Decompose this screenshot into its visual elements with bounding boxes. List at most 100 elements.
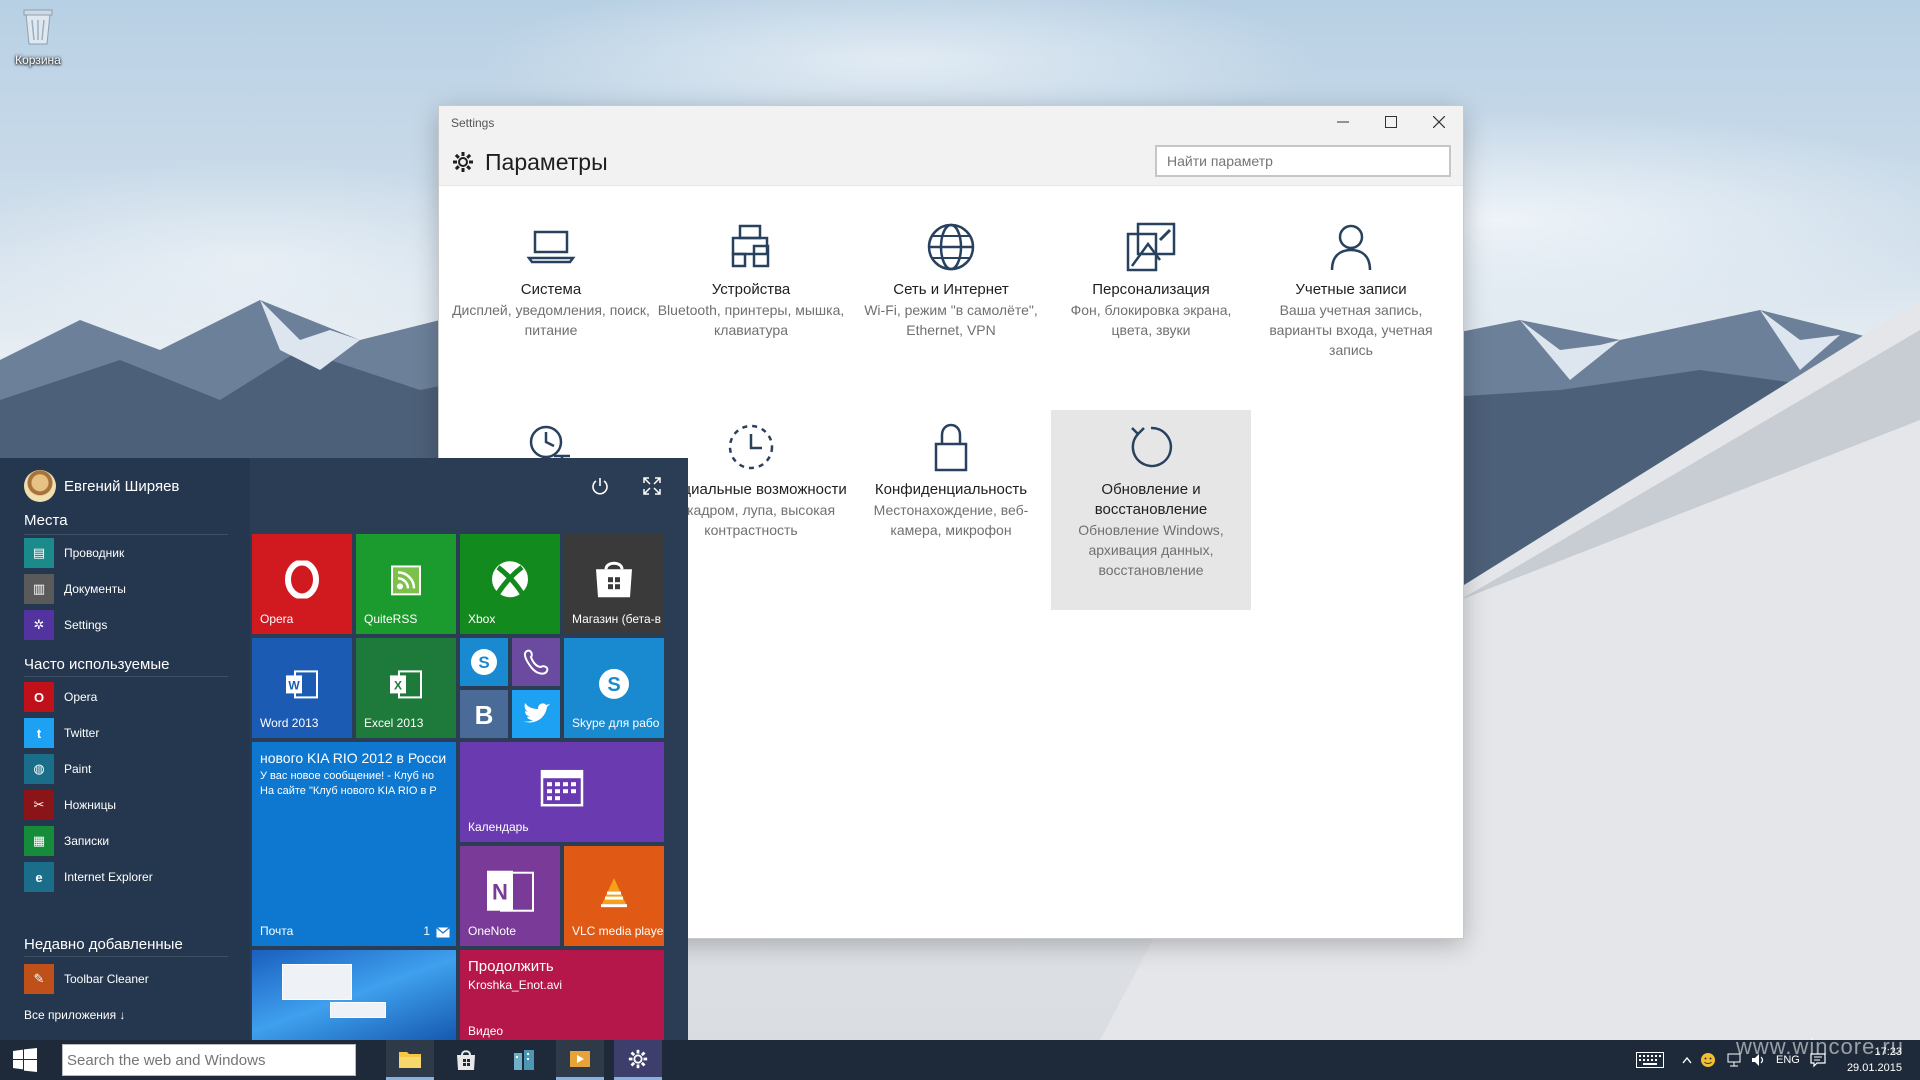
tile-quiterss[interactable]: QuiteRSS [356, 534, 456, 634]
category-title: Персонализация [1092, 281, 1210, 298]
start-item-snipping[interactable]: ✂ Ножницы [24, 788, 234, 822]
start-menu: Евгений Ширяев Места ▤ Проводник ▥ Докум… [0, 458, 688, 1040]
tile-skype[interactable]: S [460, 638, 508, 686]
start-button[interactable] [0, 1040, 50, 1080]
tile-label: Opera [260, 612, 294, 626]
tile-skype-business[interactable]: S Skype для рабо [564, 638, 664, 738]
tile-xbox[interactable]: Xbox [460, 534, 560, 634]
window-titlebar[interactable]: Settings [439, 106, 1463, 142]
twitter-icon: t [24, 718, 54, 748]
gear-icon: ✲ [24, 610, 54, 640]
close-icon [1433, 116, 1445, 128]
start-item-internet-explorer[interactable]: e Internet Explorer [24, 860, 234, 894]
category-accounts[interactable]: Учетные записи Ваша учетная запись, вари… [1251, 186, 1451, 376]
category-system[interactable]: Система Дисплей, уведомления, поиск, пит… [451, 186, 651, 376]
laptop-icon [526, 230, 576, 264]
close-button[interactable] [1415, 106, 1463, 138]
tile-word[interactable]: W Word 2013 [252, 638, 352, 738]
tile-store[interactable]: Магазин (бета-в [564, 534, 664, 634]
onenote-icon: N [487, 870, 534, 912]
tile-label: Excel 2013 [364, 716, 424, 730]
touch-keyboard-button[interactable] [1636, 1040, 1664, 1080]
keyboard-icon [1636, 1052, 1664, 1068]
settings-search-input[interactable] [1155, 145, 1451, 177]
taskbar-file-explorer[interactable] [386, 1040, 434, 1080]
tile-onenote[interactable]: N OneNote [460, 846, 560, 946]
tile-label: QuiteRSS [364, 612, 418, 626]
tile-label: OneNote [468, 924, 517, 938]
start-item-toolbar-cleaner[interactable]: ✎ Toolbar Cleaner [24, 962, 234, 996]
mail-preview-line: На сайте "Клуб нового KIA RIO в Р [260, 785, 437, 797]
video-resume-title: Продолжить [468, 958, 554, 975]
window-title: Settings [451, 116, 495, 130]
category-description: Ваша учетная запись, варианты входа, уче… [1269, 302, 1433, 358]
tile-video[interactable]: Продолжить Kroshka_Enot.avi Видео [460, 950, 664, 1040]
documents-icon: ▥ [24, 574, 54, 604]
category-network[interactable]: Сеть и Интернет Wi-Fi, режим "в самолёте… [851, 186, 1051, 376]
tile-viber[interactable] [512, 638, 560, 686]
maximize-button[interactable] [1367, 106, 1415, 138]
smiley-icon [1701, 1053, 1715, 1067]
start-item-sticky-notes[interactable]: ▦ Записки [24, 824, 234, 858]
chevron-up-icon [1682, 1056, 1692, 1064]
start-item-label: Toolbar Cleaner [64, 972, 149, 986]
expand-start-button[interactable] [632, 466, 672, 506]
show-hidden-icons-button[interactable] [1682, 1040, 1692, 1080]
start-item-paint[interactable]: ◍ Paint [24, 752, 234, 786]
tile-opera[interactable]: Opera [252, 534, 352, 634]
svg-text:S: S [607, 674, 620, 696]
taskbar-media-player[interactable] [556, 1040, 604, 1080]
taskbar-store[interactable] [442, 1040, 490, 1080]
recycle-bin-shortcut[interactable]: Корзина [8, 6, 68, 67]
svg-text:W: W [288, 678, 300, 692]
start-item-label: Paint [64, 762, 92, 776]
skype-icon: S [471, 649, 497, 675]
rss-icon [391, 565, 421, 596]
category-description: Местонахождение, веб-камера, микрофон [873, 502, 1029, 538]
category-personalization[interactable]: Персонализация Фон, блокировка экрана, ц… [1051, 186, 1251, 376]
opera-icon [285, 560, 319, 599]
start-item-settings[interactable]: ✲ Settings [24, 608, 234, 642]
start-item-label: Записки [64, 834, 110, 848]
recent-header: Недавно добавленные [24, 936, 183, 953]
windows-logo-icon [13, 1048, 37, 1072]
start-item-opera[interactable]: O Opera [24, 680, 234, 714]
video-icon [570, 1050, 590, 1067]
category-description: Bluetooth, принтеры, мышка, клавиатура [657, 302, 845, 338]
taskbar-settings[interactable] [614, 1040, 662, 1080]
user-account-button[interactable]: Евгений Ширяев [24, 466, 179, 506]
tray-app-button[interactable] [1700, 1040, 1716, 1080]
start-item-documents[interactable]: ▥ Документы [24, 572, 234, 606]
svg-text:X: X [394, 678, 402, 692]
category-title: Система [520, 281, 582, 298]
gear-icon [628, 1049, 648, 1068]
category-description: Обновление Windows, архивация данных, во… [1078, 522, 1224, 578]
recycle-bin-label: Корзина [15, 53, 61, 67]
category-title: Сеть и Интернет [893, 281, 1009, 298]
tile-vk[interactable]: В [460, 690, 508, 738]
category-update-recovery[interactable]: Обновление и восстановление Обновление W… [1051, 410, 1251, 610]
tile-mail[interactable]: нового KIA RIO 2012 в Росси У вас новое … [252, 742, 456, 946]
category-privacy[interactable]: Конфиденциальность Местонахождение, веб-… [851, 386, 1051, 586]
skype-icon: S [599, 668, 629, 699]
tile-desktop-preview[interactable] [252, 950, 456, 1040]
ease-of-access-icon [728, 424, 774, 470]
personalization-icon [1126, 222, 1176, 272]
tile-label: Skype для рабо [572, 716, 660, 730]
tile-twitter[interactable] [512, 690, 560, 738]
start-item-explorer[interactable]: ▤ Проводник [24, 536, 234, 570]
power-button[interactable] [580, 466, 620, 506]
mail-preview-line: У вас новое сообщение! - Клуб но [260, 770, 435, 782]
start-item-twitter[interactable]: t Twitter [24, 716, 234, 750]
tile-calendar[interactable]: Календарь [460, 742, 664, 842]
tile-excel[interactable]: X Excel 2013 [356, 638, 456, 738]
taskbar-network-app[interactable] [500, 1040, 548, 1080]
all-apps-link[interactable]: Все приложения ↓ [24, 1008, 125, 1022]
excel-icon: X [390, 670, 422, 699]
taskbar-search-input[interactable] [62, 1044, 356, 1076]
minimize-button[interactable] [1319, 106, 1367, 138]
vk-icon: В [475, 700, 494, 729]
start-item-label: Twitter [64, 726, 100, 740]
tile-vlc[interactable]: VLC media playe [564, 846, 664, 946]
category-devices[interactable]: Устройства Bluetooth, принтеры, мышка, к… [651, 186, 851, 376]
